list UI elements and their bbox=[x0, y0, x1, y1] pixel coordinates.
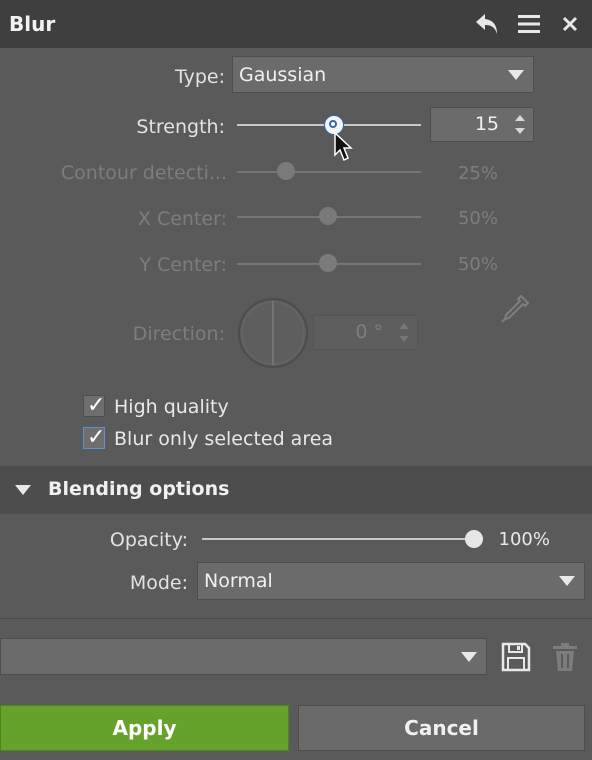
x-center-label: X Center: bbox=[137, 208, 227, 230]
high-quality-checkbox[interactable]: ✓ bbox=[83, 393, 106, 418]
direction-dial bbox=[237, 297, 309, 373]
x-center-value: 50% bbox=[457, 208, 498, 229]
chevron-down-icon bbox=[399, 336, 409, 342]
apply-button[interactable]: Apply bbox=[0, 705, 289, 751]
high-quality-label[interactable]: High quality bbox=[114, 396, 229, 418]
mode-value: Normal bbox=[204, 570, 273, 592]
mode-dropdown[interactable]: Normal bbox=[197, 562, 585, 600]
checkmark-icon: ✓ bbox=[87, 425, 106, 450]
chevron-down-icon[interactable] bbox=[515, 128, 525, 134]
mode-label: Mode: bbox=[129, 572, 188, 594]
chevron-down-icon bbox=[508, 69, 524, 80]
opacity-value: 100% bbox=[498, 529, 550, 550]
y-center-value: 50% bbox=[457, 254, 498, 275]
contour-label: Contour detecti... bbox=[60, 162, 227, 184]
panel-title: Blur bbox=[9, 12, 56, 36]
type-dropdown[interactable]: Gaussian bbox=[232, 56, 534, 93]
x-center-slider-thumb bbox=[319, 207, 337, 225]
chevron-down-icon bbox=[461, 651, 477, 662]
preset-dropdown[interactable] bbox=[0, 638, 487, 675]
cancel-button[interactable]: Cancel bbox=[298, 705, 585, 751]
opacity-label: Opacity: bbox=[109, 529, 188, 551]
divider bbox=[0, 618, 592, 619]
direction-value: 0 ° bbox=[355, 321, 383, 343]
mouse-cursor-icon bbox=[334, 131, 354, 166]
blending-options-title[interactable]: Blending options bbox=[48, 478, 229, 500]
checkmark-icon: ✓ bbox=[87, 393, 106, 418]
chevron-up-icon bbox=[399, 323, 409, 329]
stepper-arrows[interactable] bbox=[507, 108, 533, 141]
y-center-label: Y Center: bbox=[139, 254, 227, 276]
direction-spinbox: 0 ° bbox=[313, 315, 418, 350]
chevron-down-icon bbox=[559, 576, 575, 586]
contour-slider-thumb bbox=[277, 162, 295, 180]
type-value: Gaussian bbox=[239, 63, 327, 86]
direction-label: Direction: bbox=[132, 323, 225, 345]
save-disk-icon[interactable] bbox=[500, 641, 532, 677]
hamburger-menu-icon[interactable] bbox=[513, 8, 545, 40]
strength-label: Strength: bbox=[136, 116, 225, 138]
contour-slider-track bbox=[237, 171, 421, 173]
type-label: Type: bbox=[174, 66, 225, 88]
collapse-triangle-icon[interactable] bbox=[15, 485, 31, 495]
contour-value: 25% bbox=[457, 163, 498, 184]
opacity-slider-thumb[interactable] bbox=[465, 530, 483, 548]
y-center-slider-thumb bbox=[319, 254, 337, 272]
blur-selected-area-checkbox[interactable]: ✓ bbox=[83, 425, 106, 450]
strength-spinbox[interactable]: 15 bbox=[430, 107, 534, 142]
trash-icon bbox=[551, 641, 579, 677]
chevron-up-icon[interactable] bbox=[515, 115, 525, 121]
eyedropper-icon bbox=[499, 293, 531, 329]
blur-selected-area-label[interactable]: Blur only selected area bbox=[114, 428, 333, 450]
close-icon[interactable] bbox=[556, 8, 584, 40]
opacity-slider-track[interactable] bbox=[202, 538, 483, 540]
strength-value: 15 bbox=[474, 113, 499, 135]
undo-arrow-icon[interactable] bbox=[470, 8, 504, 40]
stepper-arrows bbox=[391, 316, 417, 349]
